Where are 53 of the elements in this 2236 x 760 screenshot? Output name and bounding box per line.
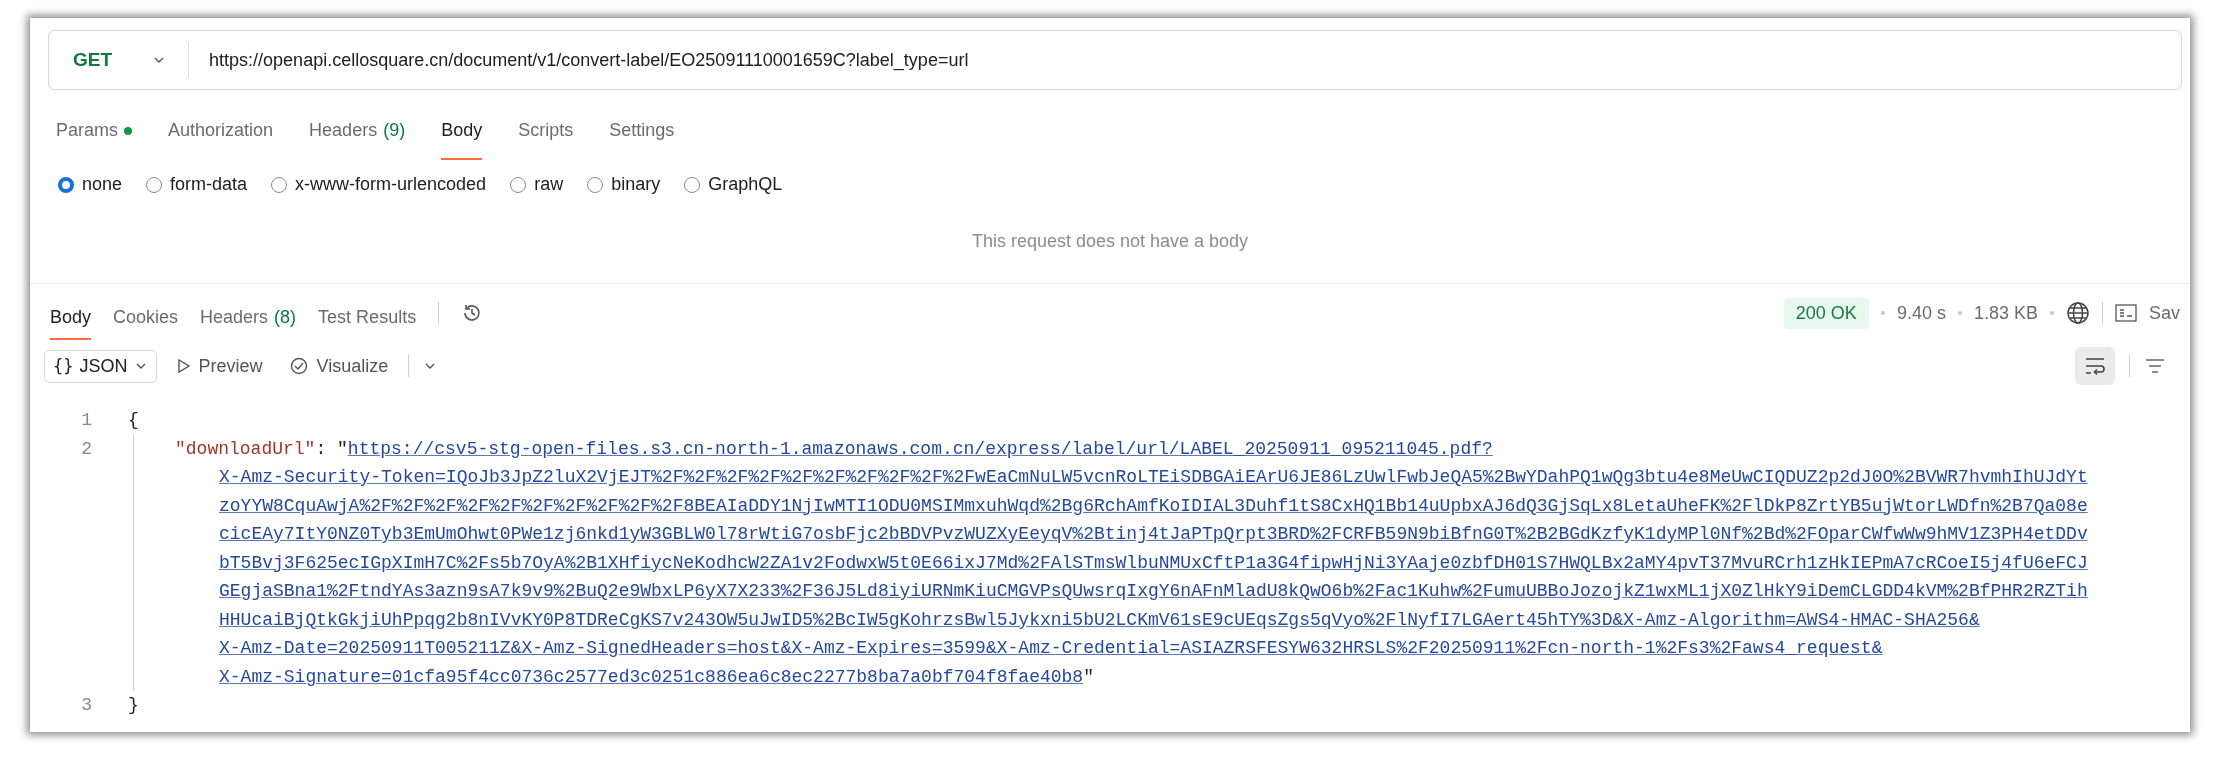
request-tab[interactable]: Scripts — [518, 120, 574, 160]
json-brace: { — [128, 409, 139, 432]
url-link[interactable]: X-Amz-Date=20250911T005211Z&X-Amz-SignedHeaders=host&X-Amz-Expires=3599&X-Amz-Credential=ASIAZRSFESYW632HRSLS%2F20250911%2Fcn-north-1%2Fs3%2Faws4_request& — [219, 634, 1883, 663]
body-type-radio[interactable]: GraphQL — [684, 174, 783, 195]
url-link[interactable]: X-Amz-Signature=01cfa95f4cc0736c2577ed3c0251c886ea6c8ec2277b8ba7a0bf704f8fae40b8 — [219, 662, 1084, 691]
example-icon[interactable] — [2114, 304, 2137, 322]
json-punctuation: : " — [315, 437, 348, 461]
status-badge: 200 OK — [1783, 297, 1869, 329]
url-link[interactable]: zoYYW8CquAwjA%2F%2F%2F%2F%2F%2F%2F%2F%2F%2F8BEAIaDDY1NjIwMTI1ODU0MSIMmxuhWqd%2Bg6RchAmfKoIDIAL3Duhf1tS8CxHQ1Bb14uUpbxAJ6dQ3GjSqLx8LetaUheFK%2FlDkP8ZrtYB5ujWtorLWDfn%2B7Qa08e — [219, 491, 2088, 520]
preview-button[interactable]: Preview — [170, 351, 269, 381]
request-tab[interactable]: Authorization — [168, 120, 274, 160]
url-link[interactable]: HHUcaiBjQtkGkjiUhPpqg2b8nIVvKY0P8TDReCgKS7v243OW5uJwID5%2BcIW5gKohrzsBwl5Jykxni5bU2LCKmV61sE9cUEqsZgs5qVyo%2FlNyfI7LGAert45hTY%3D&X-Amz-Algorithm=AWS4-HMAC-SHA256& — [219, 605, 1980, 634]
empty-body-message: This request does not have a body — [970, 231, 1250, 253]
body-type-radio[interactable]: form-data — [146, 174, 248, 195]
request-tab[interactable]: Settings — [609, 120, 675, 160]
response-tab[interactable]: Body — [50, 306, 92, 340]
url-link[interactable]: GEgjaSBna1%2FtndYAs3azn9sA7k9v9%2BuQ2e9WbxLP6yX7X233%2F36J5Ld8iyiURNmKiuCMGVPsQUwsrqIxgY6nAFnMladU8kQwO6b%2Fac1Kuhw%2FumuUBBoJozojkZ1wxML1jX0ZlHkY9iDemCLGDD4kVM%2BfPHR2RZTih — [219, 577, 2088, 606]
url-text: https://openapi.cellosquare.cn/document/v1/convert-label/EO25091110001659C?label_type=url — [208, 49, 969, 71]
radio-circle[interactable] — [58, 176, 74, 193]
url-link[interactable]: cicEAy7ItY0NZ0Tyb3EmUmOhwt0PWe1zj6nkd1yW3GBLW0l78rWtiG7osbFjc2bBDVPvzWUZXyEeyqV%2Btinj4tJaPTpQrpt3BRD%2FCRFB59N9biBfnG0T%2B2BGdKzfyK1dyMPl0Nf%2Bd%2FOparCWfwWw9hMV1Z3PH4etDDv — [219, 520, 2088, 549]
globe-icon[interactable] — [2065, 301, 2090, 325]
url-link[interactable]: bT5Bvj3F625ecIGpXImH7C%2Fs5b7OyA%2B1XHfiycNeKodhcW2ZA1v2FodwxW5t0E66ixJ7Md%2FAlSTmsWlbuNMUxCftP1a3G4fipwHjNi3YAaje0zbfDH01S7HWQLBx2aMY4pvT37MvuRCrh1zHkIEPmA7cRCoeI5j4fU6eFCJ — [219, 548, 2088, 577]
line-number: 3 — [80, 694, 92, 717]
wrap-icon — [2083, 355, 2107, 377]
body-type-radio[interactable]: none — [58, 174, 123, 195]
line-number: 2 — [80, 437, 92, 461]
visualize-button[interactable]: Visualize — [282, 351, 395, 381]
format-dropdown[interactable]: {} JSON — [44, 349, 157, 383]
tab-count: (8) — [274, 306, 297, 328]
tab-count: (9) — [383, 120, 406, 141]
request-tab[interactable]: Params — [56, 120, 132, 160]
response-time: 9.40 s — [1896, 302, 1946, 324]
body-type-radio[interactable]: raw — [510, 174, 564, 195]
json-punctuation: " — [1083, 665, 1094, 689]
request-tab[interactable]: Headers (9) — [309, 120, 406, 160]
filter-icon[interactable] — [2144, 356, 2166, 376]
json-key: "downloadUrl" — [175, 434, 316, 463]
url-link[interactable]: https://csv5-stg-open-files.s3.cn-north-1.amazonaws.com.cn/express/label/url/LABEL_20250911_095211045.pdf? — [347, 434, 1493, 463]
response-tab[interactable]: Test Results — [318, 306, 417, 340]
url-link[interactable]: X-Amz-Security-Token=IQoJb3JpZ2luX2VjEJT%2F%2F%2F%2F%2F%2F%2F%2F%2F%2FwEaCmNuLW5vcnRoLTEiSDBGAiEArU6JE86LzUwlFwbJeQA5%2BwYDahPQ1wQg3btu4e8MeUwCIQDUZ2p2dJ0O%2BVWR7hvmhIhUJdYt — [219, 463, 2088, 492]
play-icon — [176, 358, 191, 374]
json-brace: } — [128, 694, 139, 717]
line-number: 1 — [80, 409, 92, 432]
visualize-icon — [288, 356, 309, 376]
body-type-radio[interactable]: x-www-form-urlencoded — [271, 174, 487, 195]
save-response-label[interactable]: Sav — [2148, 302, 2180, 324]
request-tab[interactable]: Body — [441, 120, 483, 160]
body-type-radio[interactable]: binary — [587, 174, 661, 195]
response-tab[interactable]: Headers (8) — [200, 306, 297, 340]
response-size: 1.83 KB — [1973, 302, 2038, 324]
wrap-lines-button[interactable] — [2075, 347, 2115, 385]
method-dropdown[interactable]: GET — [49, 42, 190, 78]
response-tab[interactable]: Cookies — [113, 306, 179, 340]
